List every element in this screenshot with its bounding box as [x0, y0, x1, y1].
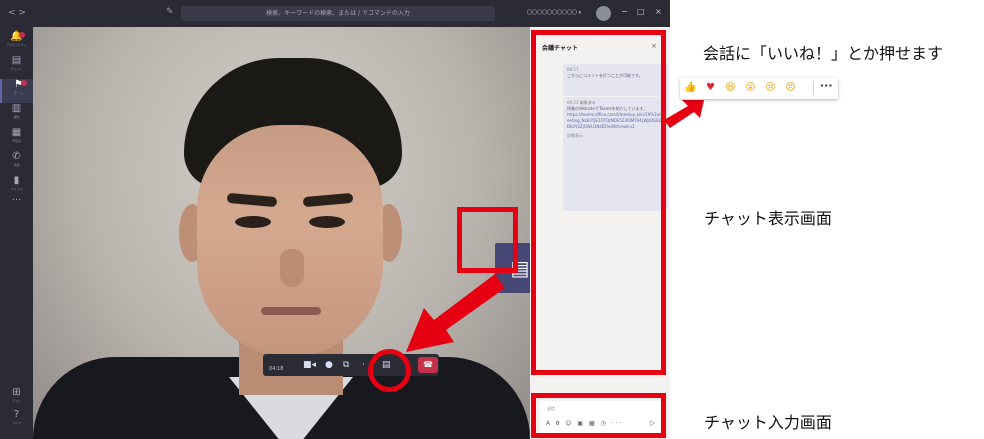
bell-icon: 🔔: [10, 31, 23, 42]
video-person-eye: [235, 216, 271, 228]
chat-display-caption: チャット表示画面: [704, 209, 832, 228]
phone-icon: ✆: [12, 151, 21, 162]
edit-icon[interactable]: ✎: [166, 7, 174, 17]
rail-item-calls[interactable]: ✆ 通話: [0, 151, 33, 175]
rail-label: ファイル: [10, 187, 23, 191]
avatar[interactable]: [596, 6, 611, 21]
rail-item-teams[interactable]: ⚑ チーム: [0, 79, 35, 103]
rail-label: 課題: [13, 115, 20, 119]
rail-label: 予定表: [11, 139, 21, 143]
rail-item-more[interactable]: ···: [0, 195, 33, 219]
minimize-icon[interactable]: −: [621, 7, 628, 16]
video-person-nose: [280, 249, 304, 287]
rail-label: アクティビティ: [6, 43, 27, 47]
arrow-to-chat-button: [406, 274, 505, 352]
calendar-icon: ▦: [11, 127, 22, 138]
video-person-eye: [309, 216, 345, 228]
back-forward-nav[interactable]: < >: [8, 8, 26, 18]
apps-icon: ⊞: [12, 387, 21, 398]
video-feed: 04:18 ■◂ ● ⧉ · ▤ ☎ ▤: [33, 27, 530, 439]
rail-item-help[interactable]: ? ヘルプ: [0, 409, 33, 433]
teams-icon: ⚑: [14, 79, 23, 90]
rail-label: アプリ: [11, 399, 21, 403]
video-person-face: [197, 125, 383, 357]
call-timer: 04:18: [269, 366, 284, 372]
reaction-bar: 👍 ♥ 😆 😮 😢 😠 ···: [680, 78, 838, 99]
more-icon[interactable]: ···: [820, 79, 833, 92]
notification-badge: [21, 80, 27, 86]
video-person-mouth: [261, 307, 321, 315]
heart-reaction-icon[interactable]: ♥: [704, 81, 717, 94]
microphone-icon[interactable]: ●: [325, 359, 333, 371]
rail-item-assignments[interactable]: ▥ 課題: [0, 103, 33, 127]
rail-label: ヘルプ: [11, 421, 21, 425]
rail-label: チーム: [14, 91, 23, 95]
chat-display-highlight: [531, 30, 666, 375]
close-icon[interactable]: ×: [655, 7, 662, 16]
chat-button-highlight: [457, 207, 518, 273]
surprised-reaction-icon[interactable]: 😮: [744, 81, 757, 94]
divider: [813, 81, 814, 95]
rail-item-apps[interactable]: ⊞ アプリ: [0, 387, 33, 411]
user-name[interactable]: 〇〇〇〇〇〇〇〇〇〇 ▾: [527, 9, 581, 16]
maximize-icon[interactable]: □: [637, 7, 645, 16]
arrow-to-reactions: [664, 100, 704, 128]
like-reaction-icon[interactable]: 👍: [684, 81, 697, 94]
more-icon: ···: [11, 195, 22, 206]
app-rail: 🔔 アクティビティ ▤ チャット ⚑ チーム ▥ 課題 ▦ 予定表 ✆ 通話 ▮…: [0, 27, 35, 439]
assignment-icon: ▥: [11, 103, 22, 114]
share-screen-icon[interactable]: ⧉: [343, 359, 349, 371]
video-camera-icon[interactable]: ■◂: [303, 359, 316, 371]
more-icon[interactable]: ·: [362, 359, 365, 371]
notification-badge: [19, 32, 25, 38]
sad-reaction-icon[interactable]: 😢: [764, 81, 777, 94]
title-bar: < > ✎ 検索、キーワードの検索、または / でコマンドの入力 〇〇〇〇〇〇〇…: [0, 0, 670, 27]
chat-input-highlight: [531, 393, 666, 438]
laugh-reaction-icon[interactable]: 😆: [724, 81, 737, 94]
rail-item-calendar[interactable]: ▦ 予定表: [0, 127, 33, 151]
files-icon: ▮: [13, 175, 20, 186]
rail-item-activity[interactable]: 🔔 アクティビティ: [0, 31, 33, 55]
help-icon: ?: [13, 409, 20, 420]
search-input[interactable]: 検索、キーワードの検索、または / でコマンドの入力: [181, 6, 495, 21]
chat-icon: ▤: [11, 55, 22, 66]
rail-item-chat[interactable]: ▤ チャット: [0, 55, 33, 79]
reactions-caption: 会話に「いいね！」とか押せます: [703, 44, 944, 63]
rail-label: 通話: [13, 163, 20, 167]
angry-reaction-icon[interactable]: 😠: [784, 81, 797, 94]
chat-input-caption: チャット入力画面: [704, 413, 832, 432]
rail-label: チャット: [10, 67, 23, 71]
